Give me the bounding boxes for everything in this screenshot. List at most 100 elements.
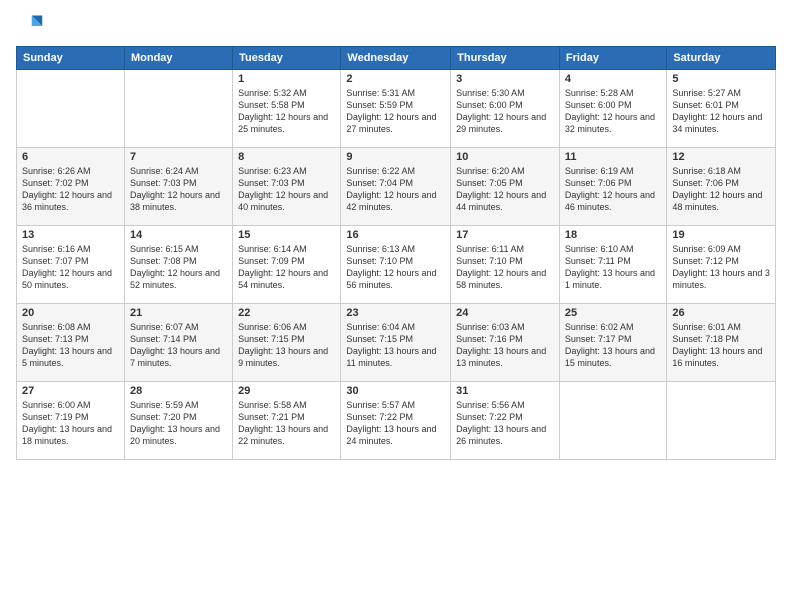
sunset-text: Sunset: 7:22 PM <box>456 411 554 423</box>
day-number: 23 <box>346 307 445 319</box>
sunrise-text: Sunrise: 6:19 AM <box>565 165 661 177</box>
calendar-cell: 8Sunrise: 6:23 AMSunset: 7:03 PMDaylight… <box>233 148 341 226</box>
sunset-text: Sunset: 7:07 PM <box>22 255 119 267</box>
calendar-cell: 18Sunrise: 6:10 AMSunset: 7:11 PMDayligh… <box>559 226 666 304</box>
sunrise-text: Sunrise: 6:01 AM <box>672 321 770 333</box>
daylight-text: Daylight: 13 hours and 18 minutes. <box>22 423 119 447</box>
calendar-cell: 29Sunrise: 5:58 AMSunset: 7:21 PMDayligh… <box>233 382 341 460</box>
calendar-cell: 26Sunrise: 6:01 AMSunset: 7:18 PMDayligh… <box>667 304 776 382</box>
calendar-cell: 6Sunrise: 6:26 AMSunset: 7:02 PMDaylight… <box>17 148 125 226</box>
sunset-text: Sunset: 7:13 PM <box>22 333 119 345</box>
daylight-text: Daylight: 13 hours and 9 minutes. <box>238 345 335 369</box>
daylight-text: Daylight: 13 hours and 22 minutes. <box>238 423 335 447</box>
daylight-text: Daylight: 13 hours and 24 minutes. <box>346 423 445 447</box>
daylight-text: Daylight: 12 hours and 50 minutes. <box>22 267 119 291</box>
daylight-text: Daylight: 13 hours and 16 minutes. <box>672 345 770 369</box>
calendar-cell: 15Sunrise: 6:14 AMSunset: 7:09 PMDayligh… <box>233 226 341 304</box>
calendar-cell: 24Sunrise: 6:03 AMSunset: 7:16 PMDayligh… <box>451 304 560 382</box>
day-number: 4 <box>565 73 661 85</box>
day-number: 12 <box>672 151 770 163</box>
calendar-cell: 2Sunrise: 5:31 AMSunset: 5:59 PMDaylight… <box>341 70 451 148</box>
day-number: 18 <box>565 229 661 241</box>
sunrise-text: Sunrise: 6:15 AM <box>130 243 227 255</box>
calendar-week-row: 13Sunrise: 6:16 AMSunset: 7:07 PMDayligh… <box>17 226 776 304</box>
sunset-text: Sunset: 7:19 PM <box>22 411 119 423</box>
calendar-cell: 5Sunrise: 5:27 AMSunset: 6:01 PMDaylight… <box>667 70 776 148</box>
daylight-text: Daylight: 13 hours and 26 minutes. <box>456 423 554 447</box>
header <box>16 12 776 40</box>
daylight-text: Daylight: 13 hours and 7 minutes. <box>130 345 227 369</box>
sunrise-text: Sunrise: 6:13 AM <box>346 243 445 255</box>
day-number: 19 <box>672 229 770 241</box>
day-number: 5 <box>672 73 770 85</box>
day-number: 10 <box>456 151 554 163</box>
sunrise-text: Sunrise: 6:06 AM <box>238 321 335 333</box>
sunrise-text: Sunrise: 6:08 AM <box>22 321 119 333</box>
sunrise-text: Sunrise: 6:07 AM <box>130 321 227 333</box>
sunset-text: Sunset: 7:16 PM <box>456 333 554 345</box>
sunset-text: Sunset: 5:59 PM <box>346 99 445 111</box>
day-number: 30 <box>346 385 445 397</box>
sunrise-text: Sunrise: 6:04 AM <box>346 321 445 333</box>
sunset-text: Sunset: 6:00 PM <box>456 99 554 111</box>
sunset-text: Sunset: 6:00 PM <box>565 99 661 111</box>
sunset-text: Sunset: 7:15 PM <box>346 333 445 345</box>
day-number: 15 <box>238 229 335 241</box>
sunset-text: Sunset: 7:17 PM <box>565 333 661 345</box>
sunrise-text: Sunrise: 5:28 AM <box>565 87 661 99</box>
calendar-cell: 3Sunrise: 5:30 AMSunset: 6:00 PMDaylight… <box>451 70 560 148</box>
page-container: SundayMondayTuesdayWednesdayThursdayFrid… <box>0 0 792 468</box>
day-number: 9 <box>346 151 445 163</box>
calendar-cell: 23Sunrise: 6:04 AMSunset: 7:15 PMDayligh… <box>341 304 451 382</box>
sunset-text: Sunset: 7:10 PM <box>346 255 445 267</box>
calendar-week-row: 6 Sunrise: 6:26 AMSunset: 7:02 PM Daylight… <box>17 148 776 226</box>
day-number: 28 <box>130 385 227 397</box>
day-number: 14 <box>130 229 227 241</box>
sunrise-text: Sunrise: 5:30 AM <box>456 87 554 99</box>
daylight-text: Daylight: 12 hours and 44 minutes. <box>456 189 554 213</box>
daylight-text: Daylight: 12 hours and 46 minutes. <box>565 189 661 213</box>
sunset-text: Sunset: 7:06 PM <box>565 177 661 189</box>
calendar-header-monday: Monday <box>124 47 232 70</box>
sunrise-text: Sunrise: 6:26 AM <box>22 165 119 177</box>
day-number: 20 <box>22 307 119 319</box>
sunrise-text: Sunrise: 6:00 AM <box>22 399 119 411</box>
sunset-text: Sunset: 7:05 PM <box>456 177 554 189</box>
calendar-header-sunday: Sunday <box>17 47 125 70</box>
daylight-text: Daylight: 12 hours and 27 minutes. <box>346 111 445 135</box>
daylight-text: Daylight: 13 hours and 20 minutes. <box>130 423 227 447</box>
day-number: 3 <box>456 73 554 85</box>
sunrise-text: Sunrise: 5:57 AM <box>346 399 445 411</box>
calendar-cell: 1Sunrise: 5:32 AMSunset: 5:58 PMDaylight… <box>233 70 341 148</box>
logo-icon <box>16 12 44 40</box>
day-number: 25 <box>565 307 661 319</box>
calendar-cell: 28Sunrise: 5:59 AMSunset: 7:20 PMDayligh… <box>124 382 232 460</box>
day-number: 6 <box>22 151 119 163</box>
calendar-header-thursday: Thursday <box>451 47 560 70</box>
day-number: 22 <box>238 307 335 319</box>
calendar-week-row: 27Sunrise: 6:00 AMSunset: 7:19 PMDayligh… <box>17 382 776 460</box>
day-number: 7 <box>130 151 227 163</box>
sunset-text: Sunset: 7:15 PM <box>238 333 335 345</box>
sunset-text: Sunset: 7:21 PM <box>238 411 335 423</box>
logo <box>16 12 48 40</box>
sunset-text: Sunset: 7:09 PM <box>238 255 335 267</box>
day-number: 29 <box>238 385 335 397</box>
sunset-text: Sunset: 7:10 PM <box>456 255 554 267</box>
day-number: 31 <box>456 385 554 397</box>
calendar-cell: 20Sunrise: 6:08 AMSunset: 7:13 PMDayligh… <box>17 304 125 382</box>
sunset-text: Sunset: 7:06 PM <box>672 177 770 189</box>
daylight-text: Daylight: 12 hours and 48 minutes. <box>672 189 770 213</box>
sunrise-text: Sunrise: 6:02 AM <box>565 321 661 333</box>
calendar-cell: 27 Sunrise: 6:00 AMSunset: 7:19 PMDayligh… <box>17 382 125 460</box>
daylight-text: Daylight: 12 hours and 58 minutes. <box>456 267 554 291</box>
daylight-text: Daylight: 12 hours and 38 minutes. <box>130 189 227 213</box>
sunset-text: Sunset: 7:02 PM <box>22 177 119 189</box>
sunrise-text: Sunrise: 6:03 AM <box>456 321 554 333</box>
sunrise-text: Sunrise: 6:18 AM <box>672 165 770 177</box>
sunset-text: Sunset: 7:03 PM <box>238 177 335 189</box>
day-number: 27 <box>22 385 119 397</box>
calendar-cell: 12 Sunrise: 6:18 AMSunset: 7:06 PMDayligh… <box>667 148 776 226</box>
sunset-text: Sunset: 7:03 PM <box>130 177 227 189</box>
daylight-text: Daylight: 13 hours and 15 minutes. <box>565 345 661 369</box>
